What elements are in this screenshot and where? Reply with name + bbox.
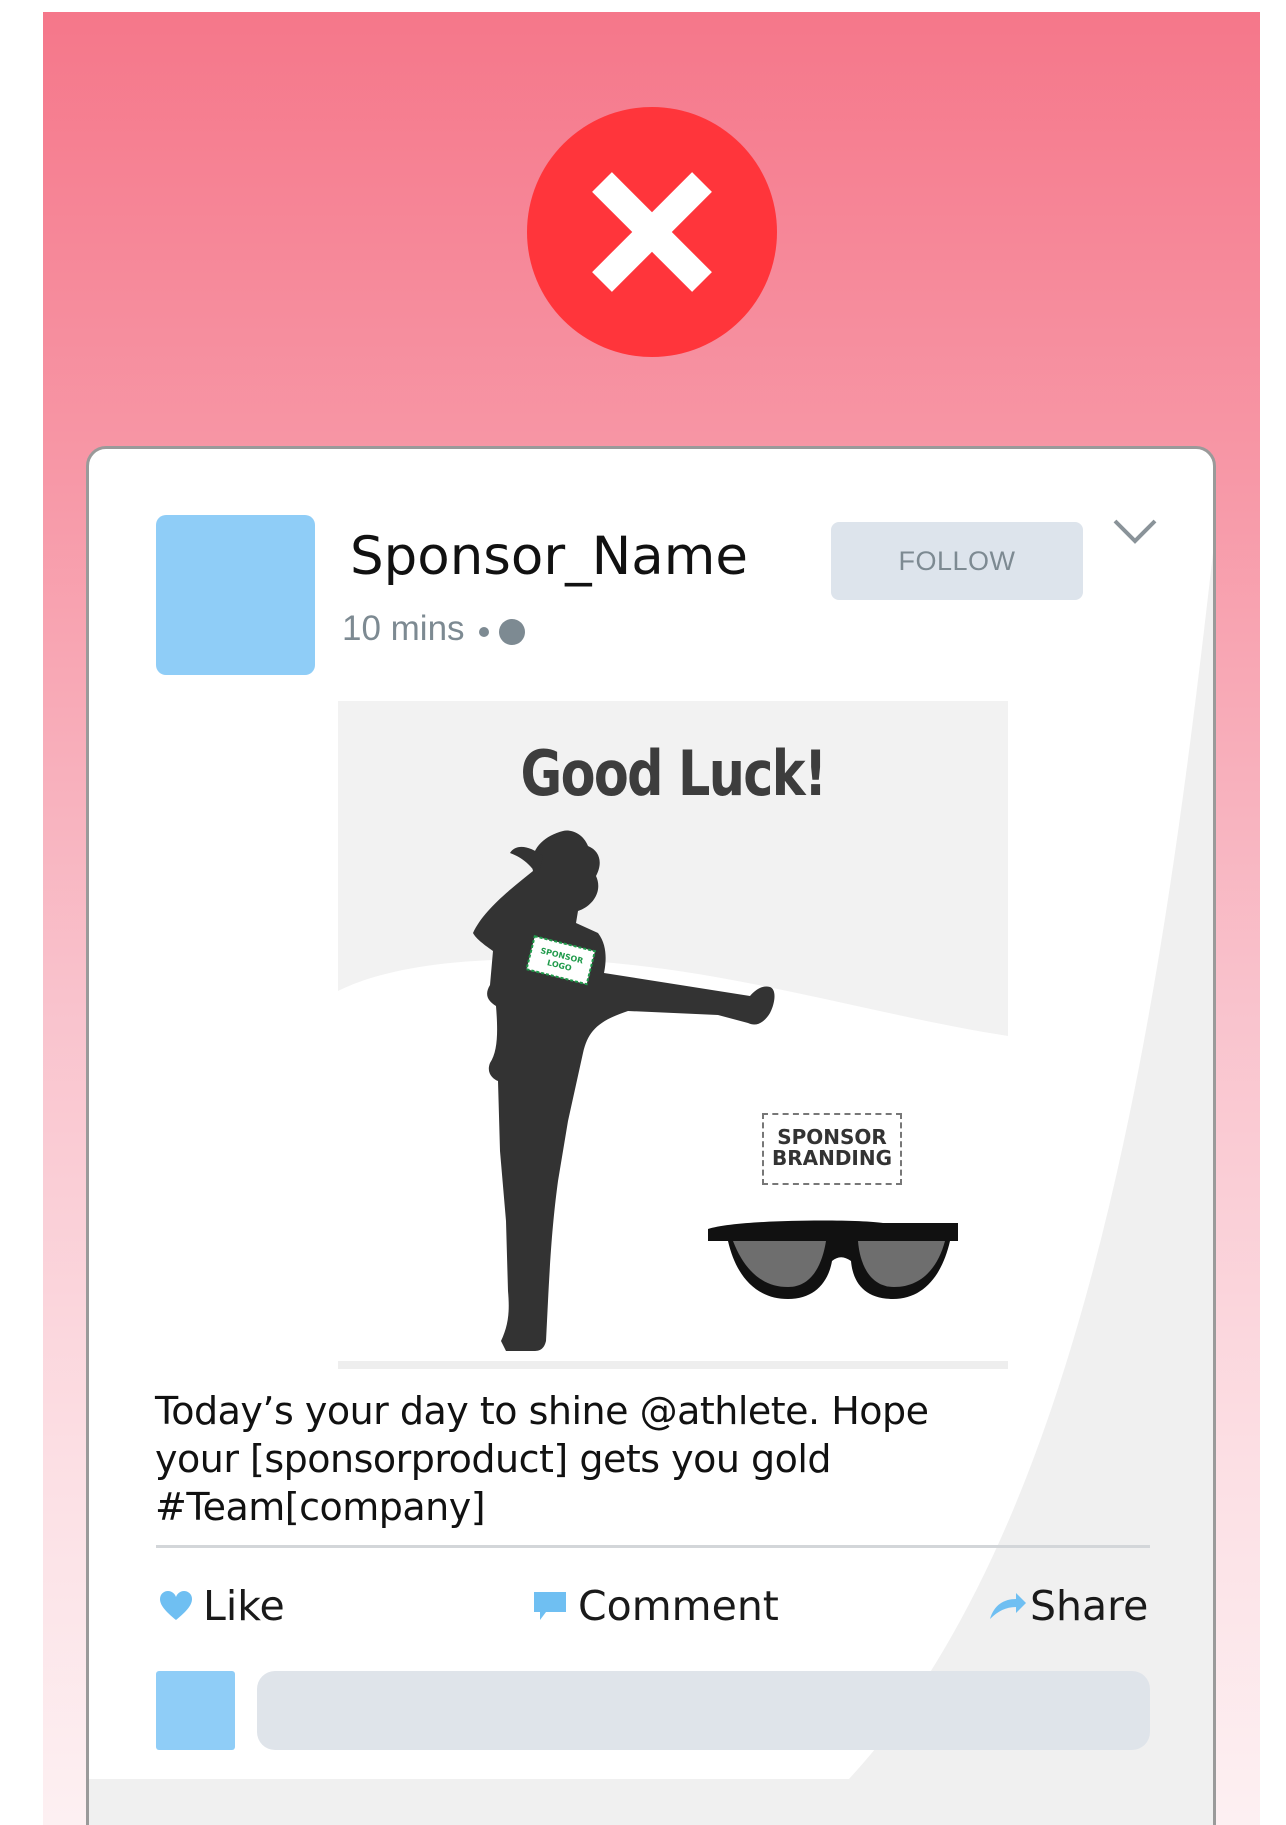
- post-meta: 10 mins: [342, 609, 525, 649]
- comment-button[interactable]: Comment: [532, 1581, 779, 1631]
- comment-avatar: [156, 1671, 235, 1750]
- post-time: 10 mins: [342, 609, 465, 648]
- canvas: Sponsor_Name 10 mins FOLLOW SPONSOR LOGO…: [0, 0, 1286, 1825]
- caption-line-1: Today’s your day to shine @athlete. Hope: [155, 1389, 929, 1433]
- post-card: Sponsor_Name 10 mins FOLLOW SPONSOR LOGO…: [86, 446, 1216, 1825]
- like-label: Like: [203, 1582, 285, 1630]
- avatar[interactable]: [156, 515, 315, 675]
- post-caption: Today’s your day to shine @athlete. Hope…: [155, 1387, 1165, 1531]
- chevron-down-icon[interactable]: [1111, 515, 1159, 549]
- image-headline: Good Luck!: [520, 737, 827, 810]
- comment-input[interactable]: [257, 1671, 1150, 1750]
- sponsor-branding: SPONSOR BRANDING: [762, 1113, 902, 1185]
- post-image[interactable]: SPONSOR LOGO Good Luck! SPONSOR BRANDING: [338, 701, 1008, 1369]
- speech-bubble-icon: [534, 1592, 566, 1620]
- share-button[interactable]: Share: [988, 1581, 1148, 1631]
- x-icon: [527, 107, 777, 357]
- globe-icon: [498, 619, 525, 645]
- divider: [156, 1545, 1150, 1548]
- share-arrow-icon: [990, 1593, 1026, 1619]
- share-label: Share: [1030, 1582, 1149, 1630]
- comment-label: Comment: [578, 1582, 779, 1630]
- like-button[interactable]: Like: [159, 1581, 285, 1631]
- caption-line-2: your [sponsorproduct] gets you gold #Tea…: [155, 1437, 832, 1529]
- separator-dot: [478, 627, 489, 637]
- heart-icon: [160, 1591, 192, 1620]
- follow-button[interactable]: FOLLOW: [831, 522, 1083, 600]
- author-name[interactable]: Sponsor_Name: [350, 526, 748, 587]
